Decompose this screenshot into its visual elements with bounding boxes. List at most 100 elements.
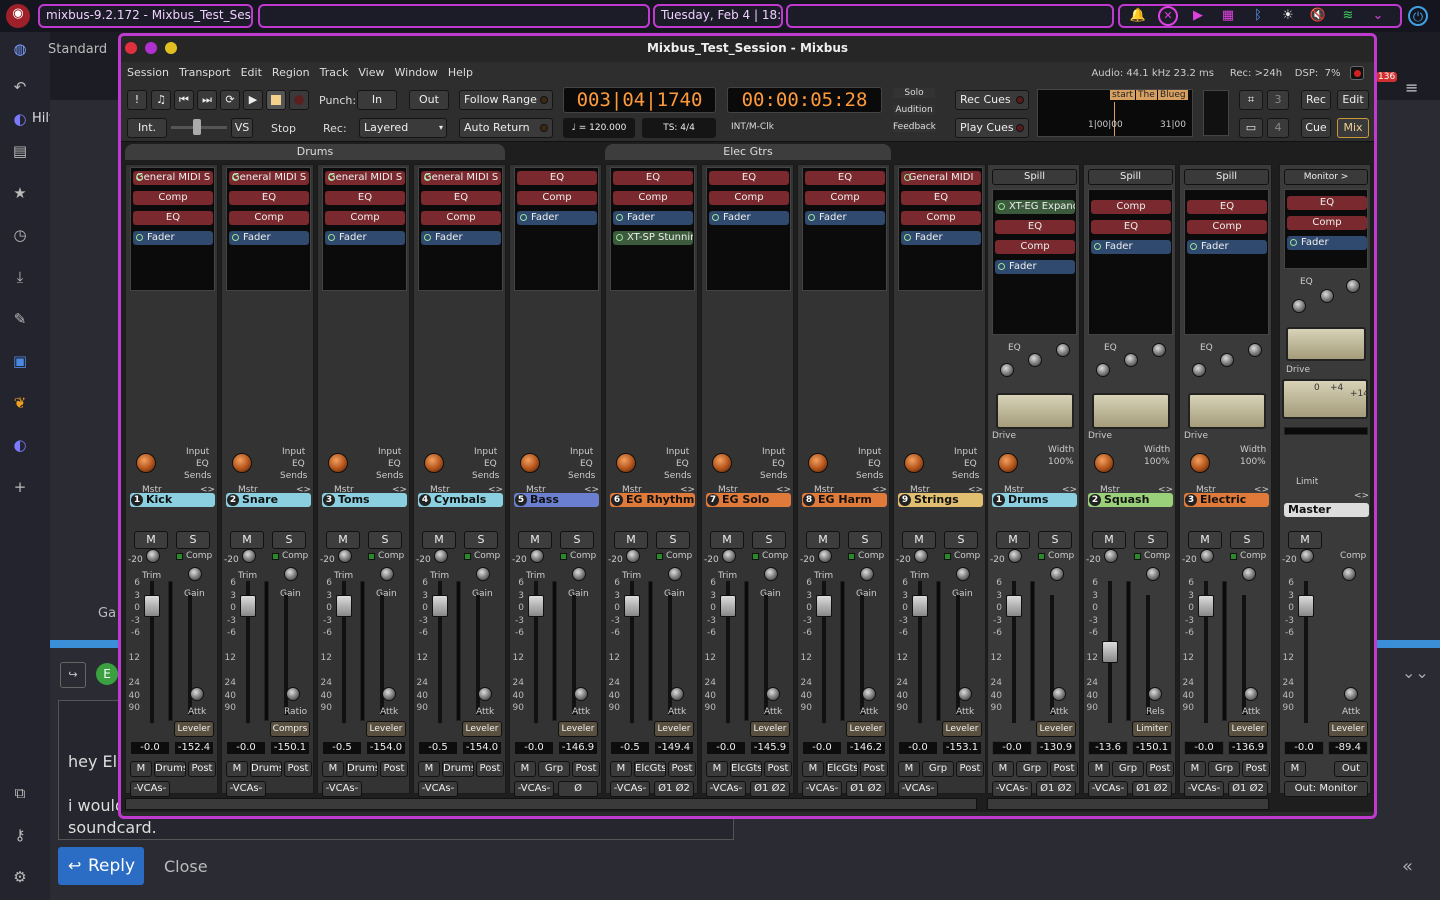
track-name-button[interactable]: 2 Snare bbox=[226, 493, 311, 507]
plugin-box[interactable]: XT-EG Expander EQ Comp Fader bbox=[992, 189, 1077, 335]
gain-knob[interactable] bbox=[188, 567, 202, 581]
fader-handle[interactable] bbox=[1102, 641, 1118, 663]
attk-knob[interactable] bbox=[190, 687, 204, 701]
gain-knob[interactable] bbox=[476, 567, 490, 581]
plugin-box[interactable]: General MIDI S EQ Comp Fader bbox=[322, 167, 407, 291]
vca-button[interactable]: -VCAs- bbox=[322, 781, 362, 797]
plugin-comp[interactable]: Comp bbox=[613, 191, 693, 205]
menu-view[interactable]: View bbox=[352, 62, 388, 79]
plugin-eq[interactable]: EQ bbox=[805, 171, 885, 185]
trim-knob[interactable] bbox=[338, 549, 352, 563]
monitor-button[interactable]: M bbox=[802, 761, 824, 777]
pan-knob[interactable] bbox=[1190, 453, 1210, 473]
trim-knob[interactable] bbox=[146, 549, 160, 563]
plugin-comp[interactable]: Comp bbox=[421, 211, 501, 225]
comp-led[interactable] bbox=[752, 553, 759, 560]
comp-led[interactable] bbox=[272, 553, 279, 560]
timecode-clock[interactable]: 00:00:05:28 bbox=[727, 87, 882, 113]
pan-knob[interactable] bbox=[998, 453, 1018, 473]
mute-icon[interactable]: 🔇 bbox=[1308, 6, 1328, 26]
plugin-fader[interactable]: Fader bbox=[1091, 240, 1171, 254]
gain-knob[interactable] bbox=[572, 567, 586, 581]
monitor-button[interactable]: M bbox=[322, 761, 344, 777]
peak-value[interactable]: -130.9 bbox=[1036, 741, 1076, 755]
plugin-eq[interactable]: EQ bbox=[517, 171, 597, 185]
vca-button[interactable]: -VCAs- bbox=[418, 781, 458, 797]
pen-icon[interactable]: ✎ bbox=[10, 310, 30, 330]
mini-marker-start[interactable]: start bbox=[1110, 90, 1135, 100]
plugin-comp[interactable]: Comp bbox=[517, 191, 597, 205]
attk-knob[interactable] bbox=[574, 687, 588, 701]
monitor-button[interactable]: M bbox=[226, 761, 248, 777]
peak-value[interactable]: -154.0 bbox=[462, 741, 502, 755]
share-icon[interactable]: ↪ bbox=[60, 662, 86, 688]
track-name-button[interactable]: 4 Cymbals bbox=[418, 493, 503, 507]
mute-button[interactable]: M bbox=[422, 531, 456, 549]
peak-value[interactable]: -152.4 bbox=[174, 741, 214, 755]
out-button[interactable]: Out bbox=[1334, 761, 1368, 777]
fader-handle[interactable] bbox=[624, 595, 640, 617]
fader-handle[interactable] bbox=[1298, 595, 1314, 617]
trim-knob[interactable] bbox=[722, 549, 736, 563]
plugin-general-midi-s[interactable]: General MIDI S bbox=[325, 171, 405, 185]
group-button[interactable]: Grp bbox=[1208, 761, 1240, 777]
firefox-icon[interactable]: ◍ bbox=[10, 40, 30, 60]
plugin-box[interactable]: General MIDI S EQ Comp Fader bbox=[418, 167, 503, 291]
solo-button[interactable]: S bbox=[1230, 531, 1264, 549]
post-button[interactable]: Post bbox=[860, 761, 888, 777]
trim-knob[interactable] bbox=[1200, 549, 1214, 563]
record-indicator-icon[interactable] bbox=[1350, 66, 1364, 80]
play-icon[interactable]: ▶ bbox=[1188, 6, 1208, 26]
gain-value[interactable]: -0.0 bbox=[1284, 741, 1324, 755]
peak-value[interactable]: -150.1 bbox=[270, 741, 310, 755]
comp-mode-button[interactable]: Leveler bbox=[750, 721, 790, 737]
int-button[interactable]: Int. bbox=[127, 118, 167, 138]
menu-edit[interactable]: Edit bbox=[235, 62, 266, 79]
monitor-button[interactable]: M bbox=[610, 761, 632, 777]
punch-in-button[interactable]: In bbox=[357, 90, 397, 110]
group-button[interactable]: ElcGts bbox=[730, 761, 762, 777]
mute-button[interactable]: M bbox=[710, 531, 744, 549]
fader-handle[interactable] bbox=[720, 595, 736, 617]
chevron-down-icon[interactable]: ⌄ bbox=[1368, 6, 1388, 26]
browser-tab[interactable]: Standard bbox=[48, 42, 107, 57]
peak-value[interactable]: -136.9 bbox=[1228, 741, 1268, 755]
plugin-eq[interactable]: EQ bbox=[325, 191, 405, 205]
group-button[interactable]: Drums bbox=[154, 761, 186, 777]
wifi-icon[interactable]: ≋ bbox=[1338, 6, 1358, 26]
plugin-fader[interactable]: Fader bbox=[709, 211, 789, 225]
plugin-fader[interactable]: Fader bbox=[1187, 240, 1267, 254]
counter-b[interactable]: 4 bbox=[1267, 118, 1289, 138]
comp-mode-button[interactable]: Leveler bbox=[1228, 721, 1268, 737]
plugin-comp[interactable]: Comp bbox=[805, 191, 885, 205]
bluetooth-icon[interactable]: ᛒ bbox=[1248, 6, 1268, 26]
comp-mode-button[interactable]: Leveler bbox=[846, 721, 886, 737]
vca-button[interactable]: -VCAs- bbox=[992, 781, 1032, 797]
maximize-window-button[interactable] bbox=[165, 42, 177, 54]
trim-knob[interactable] bbox=[1008, 549, 1022, 563]
vca-button[interactable]: -VCAs- bbox=[610, 781, 650, 797]
play-cues-button[interactable]: Play Cues bbox=[955, 118, 1029, 138]
power-icon[interactable]: ⏻ bbox=[1408, 6, 1428, 26]
vca-button[interactable]: -VCAs- bbox=[514, 781, 554, 797]
attk-knob[interactable] bbox=[1052, 687, 1066, 701]
plugin-led[interactable] bbox=[136, 234, 143, 241]
comp-led[interactable] bbox=[656, 553, 663, 560]
audition-button[interactable]: Audition bbox=[893, 105, 935, 115]
vca-button[interactable]: -VCAs- bbox=[1184, 781, 1224, 797]
plugin-eq[interactable]: EQ bbox=[613, 171, 693, 185]
track-name-button[interactable]: 5 Bass bbox=[514, 493, 599, 507]
fader-handle[interactable] bbox=[432, 595, 448, 617]
phase-button[interactable]: Ø1 Ø2 bbox=[1228, 781, 1268, 797]
attk-knob[interactable] bbox=[1244, 687, 1258, 701]
plugin-general-midi-s[interactable]: General MIDI S bbox=[133, 171, 213, 185]
comp-mode-button[interactable]: Leveler bbox=[174, 721, 214, 737]
plugin-led[interactable] bbox=[232, 234, 239, 241]
comp-led[interactable] bbox=[1230, 553, 1237, 560]
plugin-eq[interactable]: EQ bbox=[1187, 200, 1267, 214]
menu-track[interactable]: Track bbox=[314, 62, 353, 79]
solo-button[interactable]: S bbox=[464, 531, 498, 549]
monitor-button[interactable]: M bbox=[898, 761, 920, 777]
fader-handle[interactable] bbox=[144, 595, 160, 617]
vca-button[interactable]: -VCAs- bbox=[226, 781, 266, 797]
